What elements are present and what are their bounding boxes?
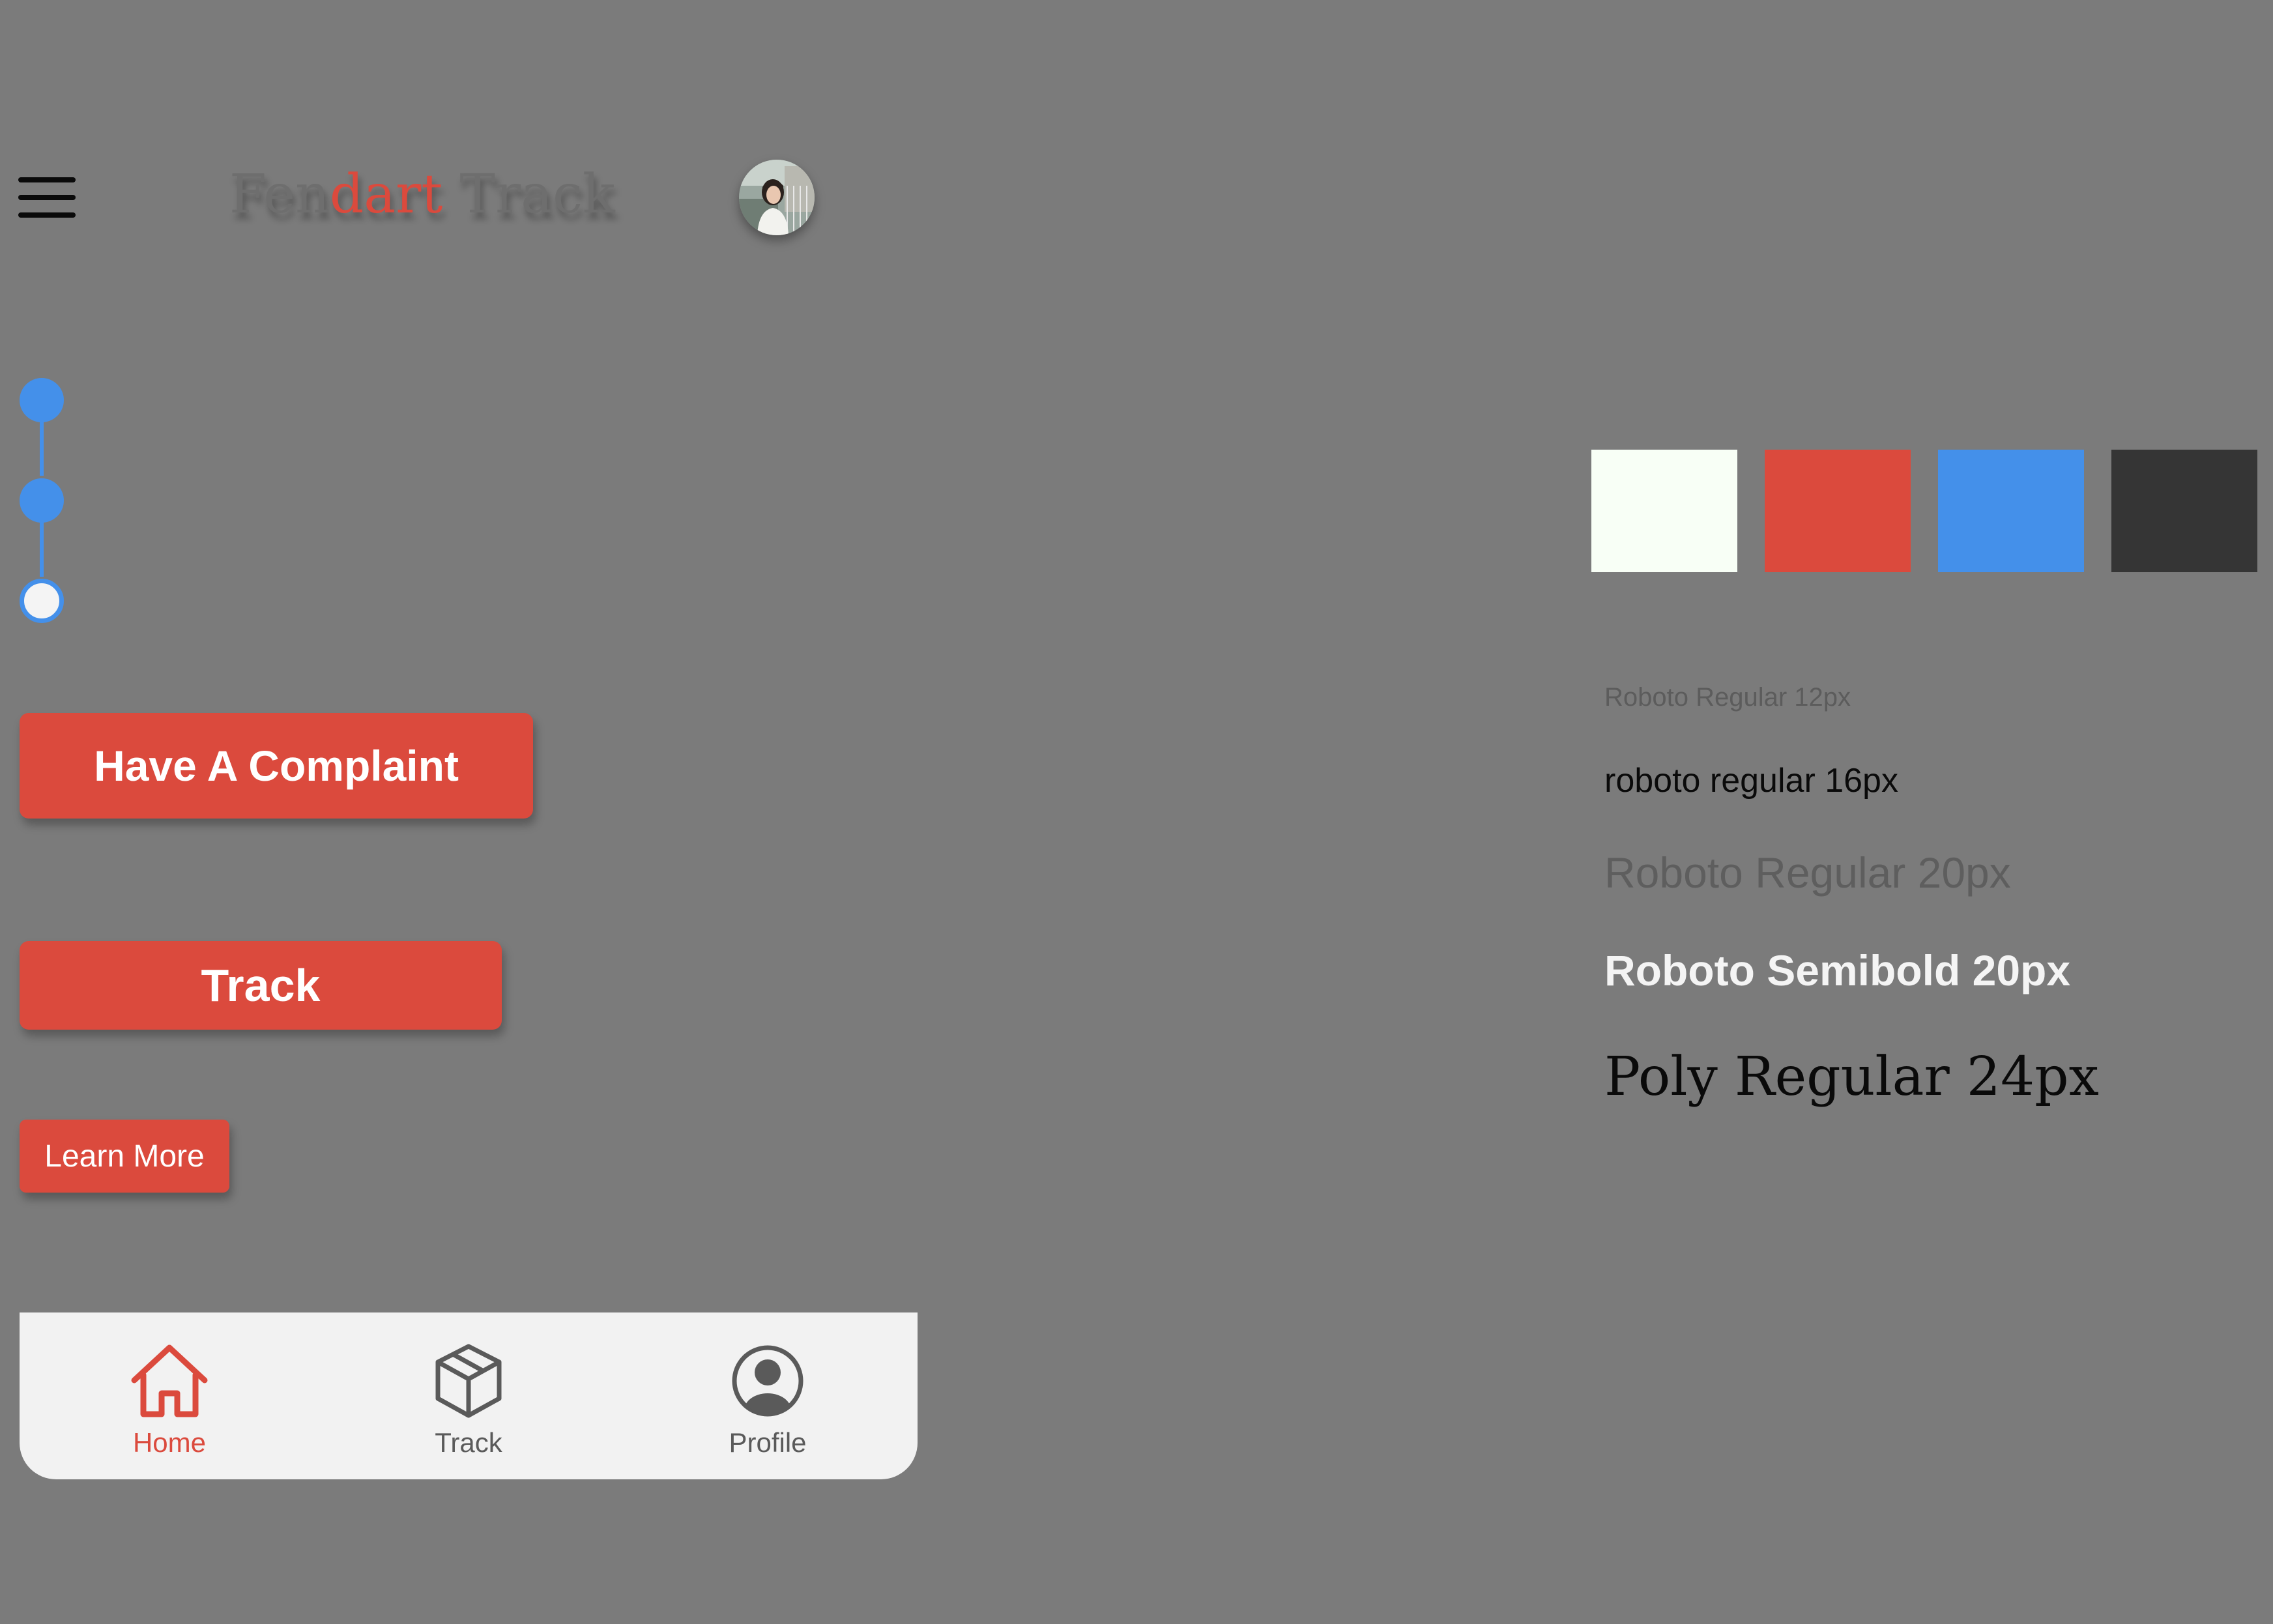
progress-stepper [20, 378, 150, 626]
track-button[interactable]: Track [20, 941, 502, 1030]
stepper-step-1[interactable] [20, 378, 64, 422]
learn-more-button[interactable]: Learn More [20, 1120, 229, 1193]
menu-bar [18, 212, 76, 218]
menu-bar [18, 195, 76, 200]
hamburger-menu-icon[interactable] [18, 177, 76, 218]
color-swatch-blue [1938, 450, 2084, 572]
app-title-accent: dart [329, 164, 443, 225]
have-a-complaint-button[interactable]: Have A Complaint [20, 713, 533, 819]
type-sample-20: Roboto Regular 20px [1604, 848, 2011, 897]
nav-item-track[interactable]: Track [384, 1312, 553, 1479]
color-swatch-red [1765, 450, 1911, 572]
user-circle-icon [732, 1345, 804, 1417]
type-sample-24-poly: Poly Regular 24px [1604, 1046, 2099, 1108]
app-title: Fendart Track [229, 168, 615, 222]
bottom-nav: Home Track Profile [20, 1312, 918, 1479]
type-sample-12: Roboto Regular 12px [1604, 683, 1851, 712]
menu-bar [18, 177, 76, 182]
nav-item-profile[interactable]: Profile [683, 1312, 852, 1479]
avatar[interactable] [739, 160, 815, 235]
nav-item-home[interactable]: Home [85, 1312, 254, 1479]
nav-label-profile: Profile [729, 1427, 807, 1458]
app-title-part: Fen [229, 164, 330, 225]
stepper-step-3[interactable] [20, 579, 64, 623]
nav-label-home: Home [132, 1427, 207, 1458]
app-title-part: Track [442, 164, 615, 225]
box-icon [435, 1344, 502, 1418]
nav-label-track: Track [435, 1427, 502, 1458]
type-sample-16: roboto regular 16px [1604, 762, 1898, 800]
color-palette [1591, 450, 2257, 572]
color-swatch-dark [2111, 450, 2257, 572]
avatar-photo [739, 160, 815, 235]
home-icon [131, 1344, 208, 1417]
type-sample-20-semibold: Roboto Semibold 20px [1604, 946, 2071, 994]
stepper-step-2[interactable] [20, 478, 64, 523]
color-swatch-white [1591, 450, 1737, 572]
